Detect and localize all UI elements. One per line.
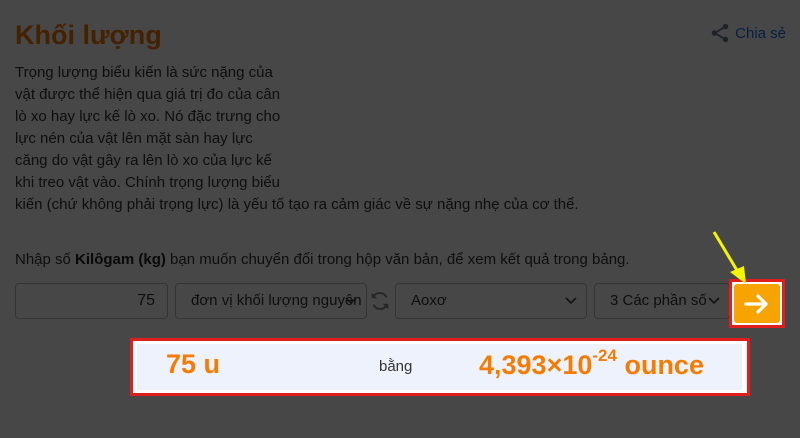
precision-value: 3 Các phần số [610, 292, 707, 309]
result-input-value-highlight: 75 u [166, 349, 221, 379]
chevron-down-icon [708, 297, 720, 305]
result-mantissa-highlight: 4,393×10 [479, 350, 593, 380]
instruction-suffix: bạn muốn chuyển đổi trong hộp văn bản, đ… [165, 251, 630, 268]
share-label: Chia sẻ [735, 24, 786, 42]
arrow-right-icon [744, 293, 768, 314]
chevron-down-icon [345, 297, 357, 305]
swap-icon[interactable] [369, 290, 391, 312]
from-unit-select[interactable]: đơn vị khối lượng nguyên tử [175, 283, 367, 319]
page-title: Khối lượng [15, 20, 162, 50]
pointer-arrow-icon [712, 231, 746, 284]
share-icon [711, 23, 729, 43]
result-unit-highlight: ounce [616, 350, 704, 380]
result-output-value-highlight: 4,393×10-24 ounce [479, 346, 704, 381]
result-equals-label-highlight: bằng [379, 358, 413, 375]
share-button[interactable]: Chia sẻ [709, 22, 786, 44]
chevron-down-icon [565, 297, 577, 305]
from-unit-value: đơn vị khối lượng nguyên tử [191, 292, 367, 309]
precision-select[interactable]: 3 Các phần số [594, 283, 730, 319]
instruction-prefix: Nhập số [15, 251, 76, 268]
to-unit-value: Aoxơ [411, 292, 447, 309]
instruction-text: Nhập số Kilôgam (kg) bạn muốn chuyển đổi… [15, 251, 630, 268]
description: Trọng lượng biểu kiến là sức nặng của vậ… [15, 62, 775, 216]
value-input[interactable]: 75 [15, 283, 168, 319]
to-unit-select[interactable]: Aoxơ [395, 283, 587, 319]
instruction-unit: Kilôgam (kg) [75, 251, 166, 268]
result-exponent-highlight: -24 [592, 346, 617, 365]
convert-button[interactable] [734, 284, 780, 323]
